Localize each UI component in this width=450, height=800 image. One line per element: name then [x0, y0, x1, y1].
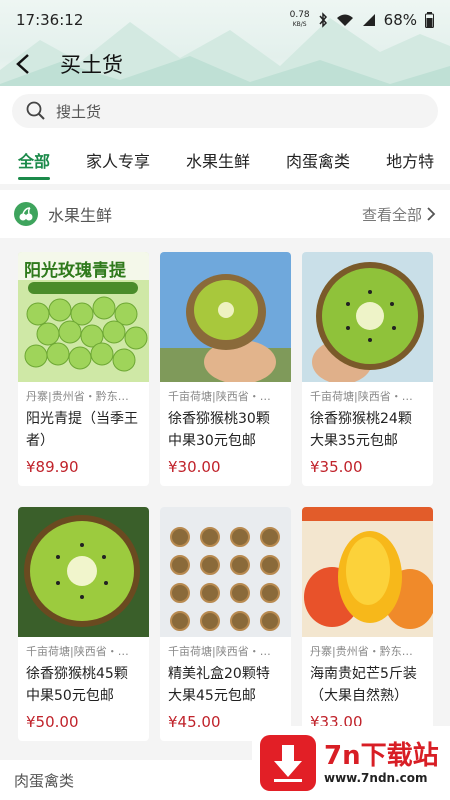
tab-meat-egg-poultry[interactable]: 肉蛋禽类 — [286, 136, 350, 184]
product-name: 海南贵妃芒5斤装（大果自然熟） — [310, 666, 417, 704]
site-watermark: 7n下载站 www.7ndn.com — [252, 726, 450, 800]
product-price: ¥50.00 — [26, 713, 79, 731]
product-card[interactable]: 千亩荷塘|陕西省・… 徐香猕猴桃24颗大果35元包邮 ¥35.00 — [302, 252, 433, 486]
back-button[interactable] — [6, 47, 40, 81]
product-price: ¥30.00 — [168, 458, 221, 476]
product-origin: 千亩荷塘|陕西省・… — [310, 390, 413, 403]
section-title: 水果生鲜 — [48, 206, 113, 225]
product-price: ¥89.90 — [26, 458, 79, 476]
gift-box-image — [160, 507, 291, 637]
page-title: 买土货 — [60, 53, 123, 77]
product-name: 阳光青提（当季王者） — [26, 411, 138, 449]
back-arrow-icon — [16, 54, 29, 74]
watermark-title: 7n下载站 — [324, 741, 439, 771]
product-image — [18, 507, 149, 637]
status-time: 17:36:12 — [16, 11, 84, 29]
product-name: 徐香猕猴桃30颗中果30元包邮 — [168, 411, 270, 449]
category-tabs: 全部 家人专享 水果生鲜 肉蛋禽类 地方特 — [0, 136, 450, 184]
search-input[interactable]: 搜土货 — [12, 94, 438, 128]
tab-local-specialty[interactable]: 地方特 — [386, 136, 434, 184]
battery-icon — [425, 12, 434, 28]
net-speed-unit: KB/S — [292, 21, 307, 28]
kiwi-image — [302, 252, 433, 382]
product-origin: 丹寨|贵州省・黔东… — [310, 645, 413, 658]
product-banner: 阳光玫瑰青提 — [24, 261, 126, 281]
chevron-right-icon — [427, 207, 436, 221]
battery-percent: 68% — [383, 11, 417, 29]
section-header-fruit: 水果生鲜 查看全部 — [0, 190, 450, 238]
mango-image — [302, 507, 433, 637]
product-card[interactable]: 丹寨|贵州省・黔东… 海南贵妃芒5斤装（大果自然熟） ¥33.00 — [302, 507, 433, 741]
search-bar-container: 搜土货 — [0, 86, 450, 136]
see-all-label: 查看全部 — [361, 205, 422, 224]
search-placeholder: 搜土货 — [56, 102, 102, 121]
status-bar: 17:36:12 0.78 KB/S 68% — [0, 0, 450, 40]
product-card[interactable]: 阳光玫瑰青提 丹寨|贵州省・黔东… 阳光青提（当季王者） ¥89.90 — [18, 252, 149, 486]
tab-all[interactable]: 全部 — [18, 136, 51, 184]
product-name: 精美礼盒20颗特大果45元包邮 — [168, 666, 270, 704]
product-card[interactable]: 千亩荷塘|陕西省・… 徐香猕猴桃45颗中果50元包邮 ¥50.00 — [18, 507, 149, 741]
header: 17:36:12 0.78 KB/S 68% 买土货 — [0, 0, 450, 96]
cherry-icon — [14, 202, 38, 226]
product-image — [302, 252, 433, 382]
title-bar: 买土货 — [0, 44, 450, 84]
kiwi-image — [18, 507, 149, 637]
kiwi-image — [160, 252, 291, 382]
product-image: 阳光玫瑰青提 — [18, 252, 149, 382]
product-origin: 千亩荷塘|陕西省・… — [168, 390, 271, 403]
product-origin: 千亩荷塘|陕西省・… — [26, 645, 129, 658]
section-title: 肉蛋禽类 — [14, 771, 75, 790]
product-image — [302, 507, 433, 637]
product-image — [160, 507, 291, 637]
product-origin: 丹寨|贵州省・黔东… — [26, 390, 129, 403]
product-card[interactable]: 千亩荷塘|陕西省・… 精美礼盒20颗特大果45元包邮 ¥45.00 — [160, 507, 291, 741]
download-icon — [260, 735, 316, 791]
product-name: 徐香猕猴桃24颗大果35元包邮 — [310, 411, 412, 449]
product-card[interactable]: 千亩荷塘|陕西省・… 徐香猕猴桃30颗中果30元包邮 ¥30.00 — [160, 252, 291, 486]
product-price: ¥35.00 — [310, 458, 363, 476]
search-icon — [26, 101, 45, 120]
product-origin: 千亩荷塘|陕西省・… — [168, 645, 271, 658]
watermark-url: www.7ndn.com — [324, 771, 428, 785]
product-image — [160, 252, 291, 382]
net-speed: 0.78 KB/S — [290, 11, 310, 29]
see-all-button[interactable]: 查看全部 — [362, 204, 436, 225]
bluetooth-icon — [319, 12, 327, 28]
wifi-icon — [336, 14, 353, 26]
product-name: 徐香猕猴桃45颗中果50元包邮 — [26, 666, 128, 704]
tab-family[interactable]: 家人专享 — [86, 136, 150, 184]
net-speed-value: 0.78 — [289, 10, 310, 20]
signal-icon — [362, 14, 375, 26]
tab-fruit-fresh[interactable]: 水果生鲜 — [186, 136, 250, 184]
